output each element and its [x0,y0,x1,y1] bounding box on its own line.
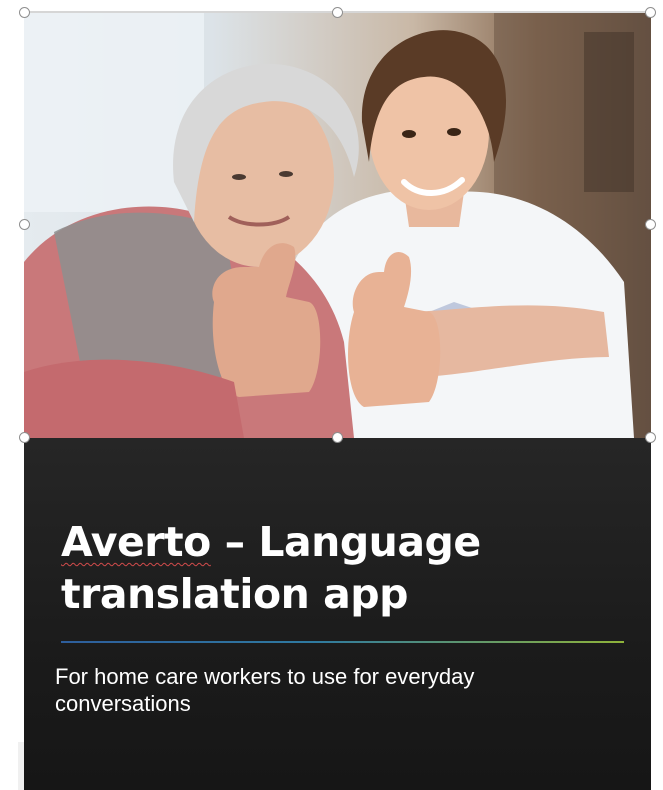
title-brand-word: Averto [61,518,211,566]
photo-illustration [24,12,651,438]
left-margin-strip [18,742,24,790]
resize-handle-top-center[interactable] [332,7,343,18]
resize-handle-top-right[interactable] [645,7,656,18]
resize-handle-bottom-right[interactable] [645,432,656,443]
resize-handle-bottom-center[interactable] [332,432,343,443]
resize-handle-middle-right[interactable] [645,219,656,230]
resize-handle-bottom-left[interactable] [19,432,30,443]
resize-handle-top-left[interactable] [19,7,30,18]
title-card[interactable]: Averto – Language translation app For ho… [24,438,651,790]
resize-handle-middle-left[interactable] [19,219,30,230]
slide-title[interactable]: Averto – Language translation app [61,516,641,620]
accent-divider [61,641,624,643]
slide-subtitle[interactable]: For home care workers to use for everyda… [55,663,615,717]
photo-image[interactable] [24,12,651,438]
